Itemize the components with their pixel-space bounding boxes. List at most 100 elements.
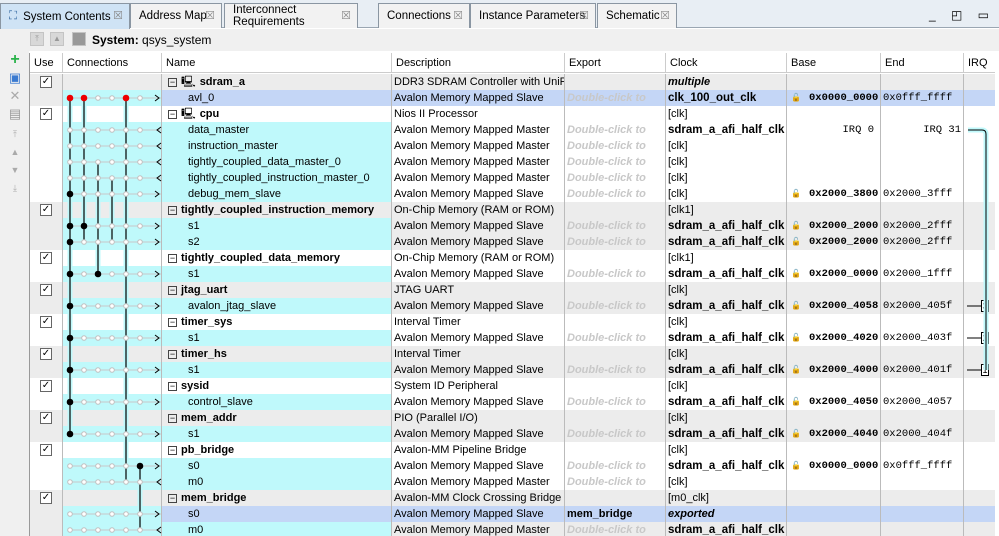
tab-address-map[interactable]: Address Map ☒	[130, 3, 222, 28]
connection-dot[interactable]	[95, 303, 101, 309]
export-value[interactable]: Double-click to	[567, 524, 646, 536]
export-cell[interactable]: Double-click to	[565, 330, 666, 346]
use-cell[interactable]	[30, 234, 63, 250]
connection-dot[interactable]	[109, 335, 115, 341]
use-cell[interactable]	[30, 170, 63, 186]
component-row[interactable]: ✓ − timer_sys Interval Timer [clk]	[30, 314, 995, 330]
connection-dot[interactable]	[123, 511, 129, 517]
use-cell[interactable]: ✓	[30, 250, 63, 266]
export-cell[interactable]	[565, 490, 666, 506]
connection-dot[interactable]	[137, 127, 143, 133]
column-header-name[interactable]: Name	[162, 53, 392, 73]
column-header-base[interactable]: Base	[787, 53, 881, 73]
use-cell[interactable]: ✓	[30, 282, 63, 298]
connection-dot[interactable]	[95, 431, 101, 437]
column-header-end[interactable]: End	[881, 53, 964, 73]
use-cell[interactable]	[30, 186, 63, 202]
export-value[interactable]: Double-click to	[567, 460, 646, 472]
connection-dot[interactable]	[67, 527, 73, 533]
collapse-icon[interactable]: −	[168, 253, 177, 263]
lock-icon[interactable]: 🔓	[791, 398, 801, 407]
connection-dot[interactable]	[123, 303, 129, 309]
collapse-icon[interactable]: −	[168, 205, 177, 215]
connection-dot[interactable]	[109, 223, 115, 229]
connection-dot[interactable]	[95, 191, 101, 197]
export-cell[interactable]	[565, 282, 666, 298]
close-icon[interactable]: ☒	[113, 9, 123, 22]
component-row[interactable]: ✓ − jtag_uart JTAG UART [clk]	[30, 282, 995, 298]
connection-dot[interactable]	[67, 511, 73, 517]
export-cell[interactable]	[565, 442, 666, 458]
connection-dot[interactable]	[109, 367, 115, 373]
export-value[interactable]: mem_bridge	[567, 508, 632, 520]
connection-dot-connected[interactable]	[66, 302, 74, 310]
connection-dot-connected[interactable]	[66, 398, 74, 406]
use-cell[interactable]	[30, 330, 63, 346]
connection-dot[interactable]	[109, 303, 115, 309]
use-cell[interactable]	[30, 474, 63, 490]
export-cell[interactable]: Double-click to	[565, 522, 666, 536]
connection-dot[interactable]	[137, 399, 143, 405]
collapse-icon[interactable]: −	[168, 109, 177, 119]
column-header-irq[interactable]: IRQ	[964, 53, 995, 73]
add-component-icon[interactable]: ▣	[8, 71, 22, 85]
export-cell[interactable]: Double-click to	[565, 474, 666, 490]
connection-dot[interactable]	[109, 191, 115, 197]
component-row[interactable]: ✓ − mem_bridge Avalon-MM Clock Crossing Bri…	[30, 490, 995, 506]
collapse-icon[interactable]: −	[168, 77, 177, 87]
edit-icon[interactable]: ▤	[8, 107, 22, 121]
export-cell[interactable]: Double-click to	[565, 458, 666, 474]
use-cell[interactable]	[30, 122, 63, 138]
export-cell[interactable]: Double-click to	[565, 90, 666, 106]
export-cell[interactable]	[565, 202, 666, 218]
export-value[interactable]: Double-click to	[567, 220, 646, 232]
connection-dot[interactable]	[137, 335, 143, 341]
connection-dot-connected[interactable]	[80, 94, 88, 102]
move-up-icon[interactable]: ▲	[8, 145, 22, 159]
component-row[interactable]: ✓ − timer_hs Interval Timer [clk]	[30, 346, 995, 362]
connection-dot[interactable]	[137, 223, 143, 229]
export-cell[interactable]: Double-click to	[565, 426, 666, 442]
use-cell[interactable]	[30, 458, 63, 474]
connection-dot-connected[interactable]	[66, 334, 74, 342]
use-checkbox[interactable]: ✓	[40, 76, 52, 88]
connection-dot[interactable]	[95, 127, 101, 133]
connection-dot[interactable]	[109, 175, 115, 181]
component-row[interactable]: ✓ − sysid System ID Peripheral [clk]	[30, 378, 995, 394]
connection-dot[interactable]	[95, 143, 101, 149]
component-row[interactable]: ✓ − tightly_coupled_instruction_memory On-C…	[30, 202, 995, 218]
close-icon[interactable]: ☒	[205, 9, 215, 22]
connection-dot[interactable]	[123, 527, 129, 533]
export-cell[interactable]: Double-click to	[565, 186, 666, 202]
move-top-button[interactable]: ⤒	[30, 32, 44, 46]
connection-dot[interactable]	[81, 463, 87, 469]
export-value[interactable]: Double-click to	[567, 236, 646, 248]
use-cell[interactable]	[30, 426, 63, 442]
use-cell[interactable]	[30, 506, 63, 522]
export-cell[interactable]: Double-click to	[565, 122, 666, 138]
connection-dot[interactable]	[81, 239, 87, 245]
connection-dot[interactable]	[137, 271, 143, 277]
connection-dot-connected[interactable]	[66, 366, 74, 374]
connection-dot[interactable]	[109, 527, 115, 533]
export-cell[interactable]	[565, 106, 666, 122]
use-cell[interactable]	[30, 298, 63, 314]
connection-dot-connected[interactable]	[136, 462, 144, 470]
connection-dot[interactable]	[137, 191, 143, 197]
use-cell[interactable]: ✓	[30, 202, 63, 218]
use-checkbox[interactable]: ✓	[40, 108, 52, 120]
connection-dot[interactable]	[123, 463, 129, 469]
component-row[interactable]: ✓ − mem_addr PIO (Parallel I/O) [clk]	[30, 410, 995, 426]
connection-dot[interactable]	[81, 335, 87, 341]
connection-dot[interactable]	[67, 143, 73, 149]
system-hierarchy-icon[interactable]	[72, 32, 86, 46]
use-cell[interactable]	[30, 394, 63, 410]
lock-icon[interactable]: 🔓	[791, 462, 801, 471]
lock-icon[interactable]: 🔓	[791, 190, 801, 199]
export-value[interactable]: Double-click to	[567, 156, 646, 168]
export-value[interactable]: Double-click to	[567, 140, 646, 152]
export-cell[interactable]: Double-click to	[565, 170, 666, 186]
use-checkbox[interactable]: ✓	[40, 444, 52, 456]
use-cell[interactable]: ✓	[30, 378, 63, 394]
connection-dot[interactable]	[137, 431, 143, 437]
